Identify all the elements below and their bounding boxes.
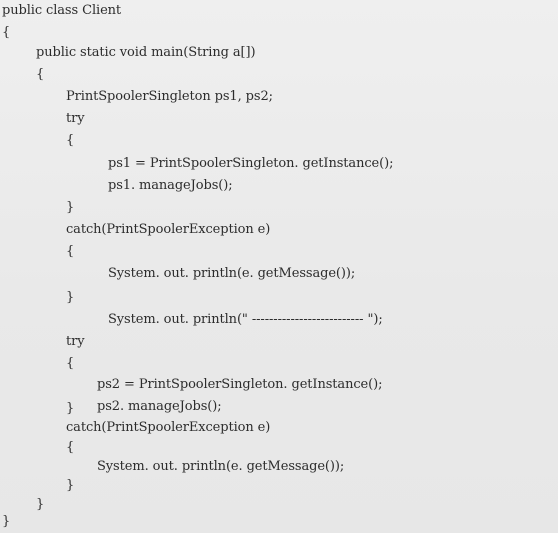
code-line-print-separator: System. out. println(" -----------------… xyxy=(108,312,383,327)
code-line-assign-ps1: ps1 = PrintSpoolerSingleton. getInstance… xyxy=(108,156,394,171)
code-line-main-close-brace: } xyxy=(36,497,45,512)
code-line-class-declaration: public class Client xyxy=(2,3,122,18)
code-line-catch-open-brace: { xyxy=(66,244,75,259)
code-line-print-message: System. out. println(e. getMessage()); xyxy=(108,266,356,281)
code-line-catch-2-open-brace: { xyxy=(66,440,75,455)
code-line-print-message-2: System. out. println(e. getMessage()); xyxy=(97,459,345,474)
code-line-catch-2-close-brace: } xyxy=(66,478,75,493)
code-line-class-open-brace: { xyxy=(2,25,11,40)
code-block: public class Client { public static void… xyxy=(0,0,558,533)
code-line-catch-close-brace: } xyxy=(66,290,75,305)
code-line-main-signature: public static void main(String a[]) xyxy=(36,45,256,60)
code-page: public class Client { public static void… xyxy=(0,0,558,533)
code-line-try: try xyxy=(66,111,85,126)
code-line-class-close-brace: } xyxy=(2,514,11,529)
code-line-manage-ps2: ps2. manageJobs(); xyxy=(97,399,222,414)
code-line-manage-ps1: ps1. manageJobs(); xyxy=(108,178,233,193)
code-line-catch-2: catch(PrintSpoolerException e) xyxy=(66,420,271,435)
code-line-try-close-brace: } xyxy=(66,200,75,215)
code-line-try-open-brace: { xyxy=(66,133,75,148)
code-line-declaration: PrintSpoolerSingleton ps1, ps2; xyxy=(66,89,273,104)
code-line-main-open-brace: { xyxy=(36,67,45,82)
code-line-try-2: try xyxy=(66,334,85,349)
code-line-assign-ps2: ps2 = PrintSpoolerSingleton. getInstance… xyxy=(97,377,383,392)
code-line-catch: catch(PrintSpoolerException e) xyxy=(66,222,271,237)
code-line-try-2-open-brace: { xyxy=(66,356,75,371)
